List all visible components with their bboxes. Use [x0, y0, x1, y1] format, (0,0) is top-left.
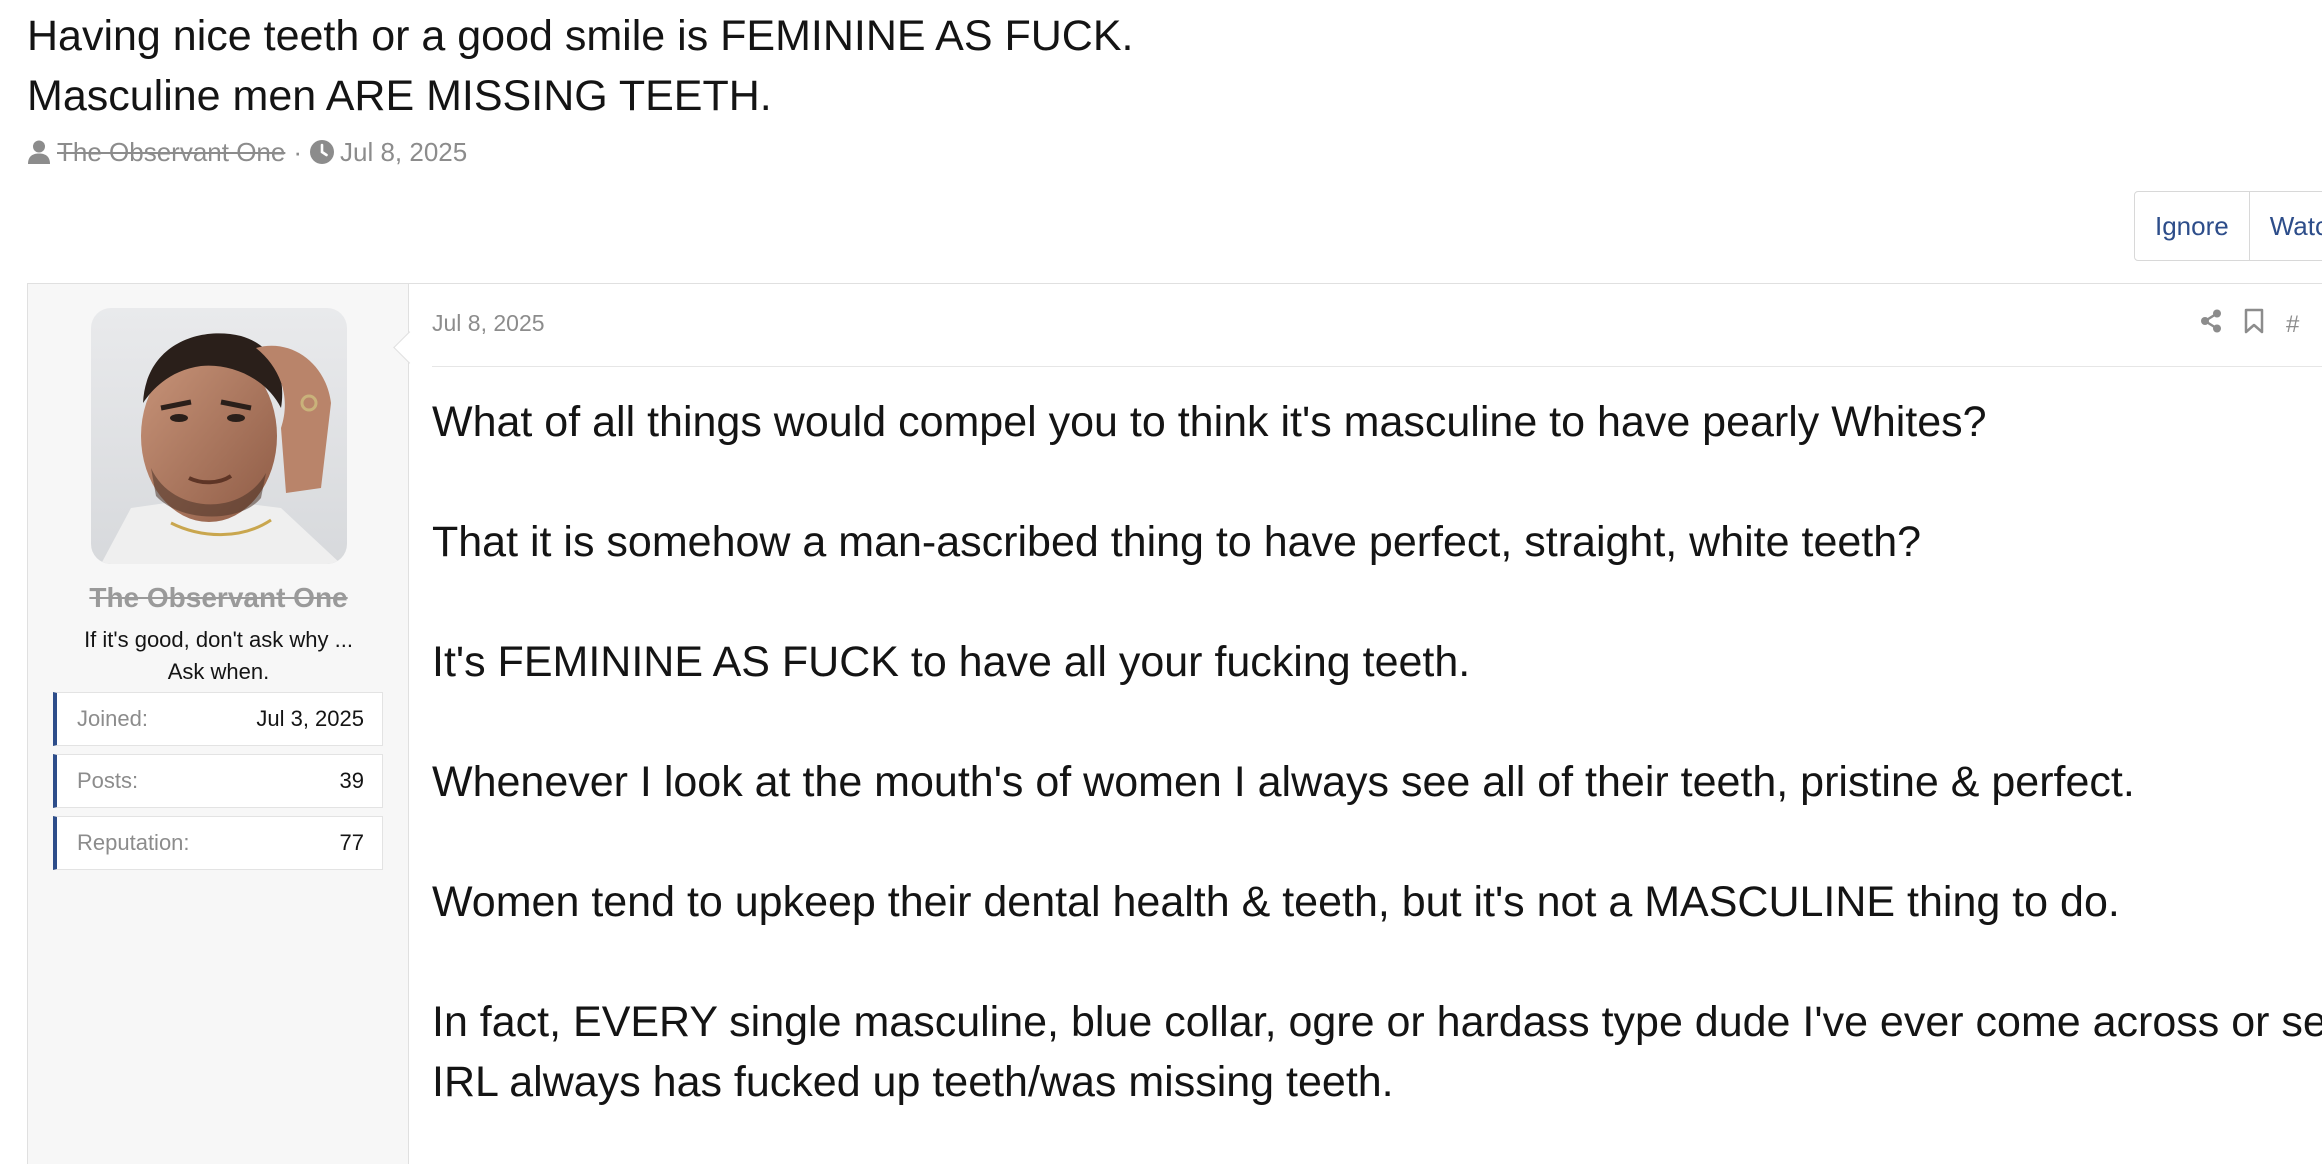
clock-icon — [310, 139, 335, 165]
post-user-panel: The Observant One If it's good, don't as… — [28, 284, 409, 1164]
stat-posts: Posts: 39 — [53, 754, 383, 808]
post-paragraph: It's FEMININE AS FUCK to have all your f… — [432, 638, 1471, 686]
post-message: The Observant One If it's good, don't as… — [27, 283, 2322, 1164]
meta-separator: · — [293, 136, 303, 167]
thread-date[interactable]: Jul 8, 2025 — [340, 137, 467, 168]
stat-posts-value: 39 — [339, 768, 364, 793]
thread-title-line-2: Masculine men ARE MISSING TEETH. — [27, 72, 772, 120]
user-title-line-2: Ask when. — [167, 659, 270, 684]
user-title: If it's good, don't ask why ... Ask when… — [28, 624, 409, 688]
stat-joined-value: Jul 3, 2025 — [256, 706, 364, 731]
thread-title: Having nice teeth or a good smile is FEM… — [27, 6, 1133, 126]
post-body: What of all things would compel you to t… — [432, 392, 2322, 1164]
stat-joined: Joined: Jul 3, 2025 — [53, 692, 383, 746]
avatar[interactable] — [91, 308, 347, 564]
ignore-button[interactable]: Ignore — [2134, 191, 2250, 261]
stat-posts-label: Posts: — [77, 768, 139, 793]
post-paragraph: What of all things would compel you to t… — [432, 398, 1987, 446]
post-paragraph: In fact, EVERY single masculine, blue co… — [432, 998, 2322, 1106]
user-icon — [27, 139, 51, 165]
share-icon[interactable] — [2200, 309, 2222, 340]
stat-reputation: Reputation: 77 — [53, 816, 383, 870]
thread-meta: The Observant One · Jul 8, 2025 — [27, 132, 467, 172]
bookmark-icon[interactable] — [2244, 308, 2264, 341]
stat-reputation-value: 77 — [339, 830, 364, 855]
watch-button[interactable]: Watc — [2249, 191, 2322, 261]
post-paragraph: Women tend to upkeep their dental health… — [432, 878, 2120, 926]
post-header-divider — [432, 366, 2322, 367]
username[interactable]: The Observant One — [28, 582, 409, 614]
post-paragraph: That it is somehow a man-ascribed thing … — [432, 518, 1922, 566]
user-title-line-1: If it's good, don't ask why ... — [84, 627, 353, 652]
stat-joined-label: Joined: — [77, 706, 148, 731]
stat-reputation-label: Reputation: — [77, 830, 190, 855]
post-date[interactable]: Jul 8, 2025 — [432, 310, 545, 337]
thread-actions: Ignore Watc — [2134, 191, 2322, 263]
post-tools: # — [2200, 308, 2299, 341]
thread-page: Having nice teeth or a good smile is FEM… — [0, 0, 2322, 1164]
thread-author-link[interactable]: The Observant One — [57, 137, 285, 168]
thread-title-line-1: Having nice teeth or a good smile is FEM… — [27, 12, 1134, 60]
post-paragraph: Whenever I look at the mouth's of women … — [432, 758, 2135, 806]
post-permalink[interactable]: # — [2286, 311, 2299, 339]
